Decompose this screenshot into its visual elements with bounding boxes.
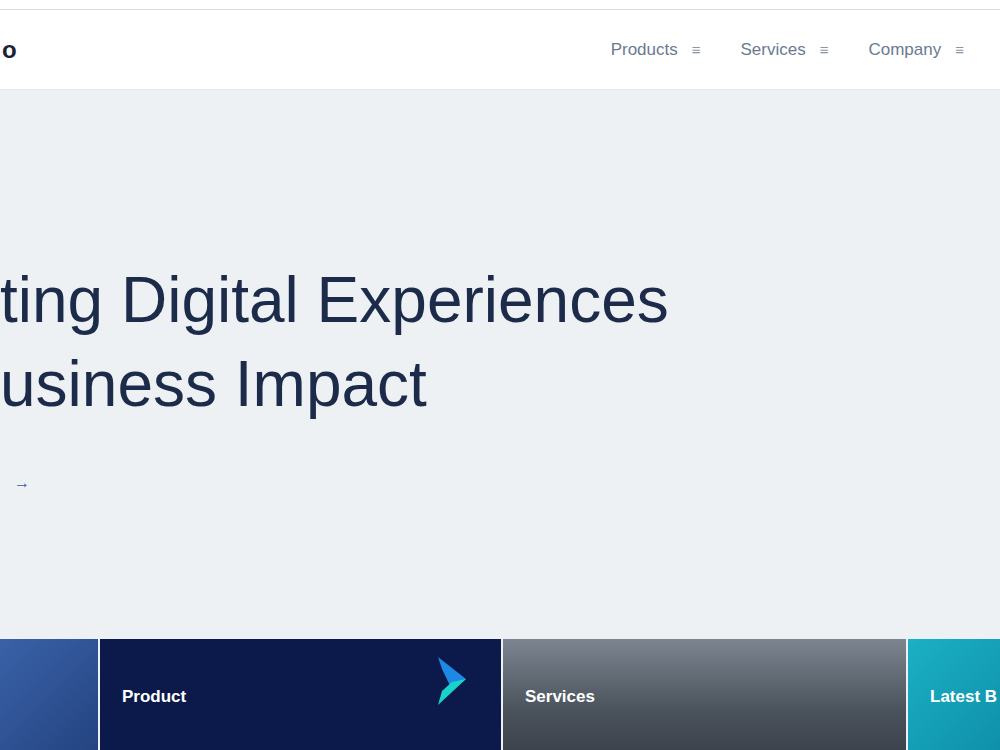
top-line: [0, 0, 1000, 10]
hero-headline: ting Digital Experiencesusiness Impact: [0, 258, 1000, 426]
page: oProducts≡Services≡Company≡ting Digital …: [0, 0, 1000, 750]
arrow-icon[interactable]: →: [0, 474, 1000, 492]
nav-item[interactable]: Products≡: [611, 40, 701, 60]
menu-icon: ≡: [692, 41, 701, 58]
feature-card[interactable]: Product: [100, 639, 501, 750]
brand-chevron-icon: [438, 657, 466, 705]
card-row: ProductServicesLatest B: [0, 639, 1000, 750]
menu-icon: ≡: [820, 41, 829, 58]
feature-card[interactable]: Services: [503, 639, 906, 750]
logo[interactable]: o: [0, 36, 17, 64]
feature-card[interactable]: Latest B: [908, 639, 1000, 750]
site-header: o Products≡ Services≡ Company≡: [0, 10, 1000, 90]
nav-item[interactable]: Company≡: [868, 40, 964, 60]
menu-icon: ≡: [955, 41, 964, 58]
main-nav: Products≡ Services≡ Company≡: [611, 40, 1000, 60]
hero: ting Digital Experiencesusiness Impact →: [0, 90, 1000, 639]
feature-card[interactable]: [0, 639, 98, 750]
nav-item[interactable]: Services≡: [741, 40, 829, 60]
